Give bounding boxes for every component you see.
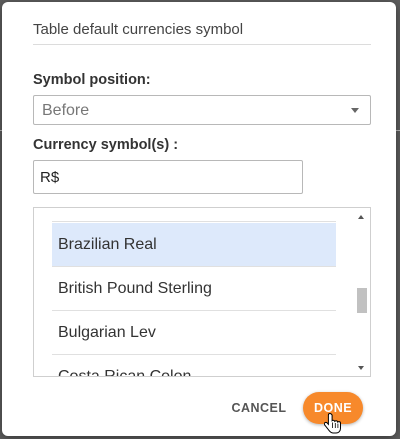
list-item-costa-rican-colon[interactable]: Costa Rican Colon <box>52 355 336 376</box>
list-scrollbar[interactable] <box>354 208 370 376</box>
currency-dialog: Table default currencies symbol Symbol p… <box>2 2 396 436</box>
currency-symbol-label: Currency symbol(s) : <box>33 137 179 153</box>
arrow-down-icon[interactable] <box>358 366 364 370</box>
list-item-bulgarian-lev[interactable]: Bulgarian Lev <box>52 311 336 355</box>
symbol-position-value: Before <box>42 102 90 119</box>
arrow-up-icon[interactable] <box>358 215 364 219</box>
currency-symbol-input[interactable] <box>33 160 303 194</box>
list-item[interactable] <box>52 208 336 222</box>
symbol-position-label: Symbol position: <box>33 72 151 88</box>
dialog-title: Table default currencies symbol <box>33 21 244 38</box>
currency-list[interactable]: Brazilian Real British Pound Sterling Bu… <box>33 207 371 377</box>
cancel-button[interactable]: CANCEL <box>224 393 294 423</box>
hand-pointer-icon <box>324 412 341 434</box>
symbol-position-select[interactable]: Before <box>33 95 371 125</box>
scrollbar-thumb[interactable] <box>357 288 367 313</box>
list-item-brazilian-real[interactable]: Brazilian Real <box>52 223 336 267</box>
title-divider <box>33 44 371 45</box>
caret-down-icon <box>351 108 359 113</box>
list-item-british-pound[interactable]: British Pound Sterling <box>52 267 336 311</box>
